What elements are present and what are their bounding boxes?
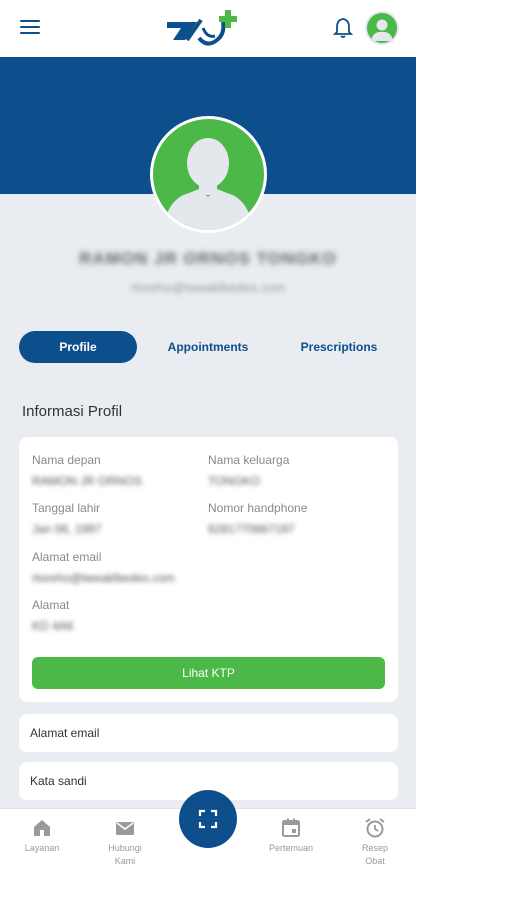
phone-label: Nomor handphone — [208, 501, 308, 515]
address-label: Alamat — [32, 598, 70, 612]
tab-profile[interactable]: Profile — [19, 331, 137, 363]
nav-label: Hubungi Kami — [108, 843, 142, 866]
phone-value: 6281770667197 — [208, 522, 295, 536]
nav-item-layanan[interactable]: Layanan — [7, 817, 77, 855]
nav-label: Layanan — [24, 843, 60, 853]
nav-label: Pertemuan — [268, 843, 314, 853]
profile-name: RAMON JR ORNOS TONGKO — [79, 249, 337, 268]
nav-label: Resep Obat — [361, 843, 388, 866]
first-name-label: Nama depan — [32, 453, 101, 467]
top-bar — [0, 0, 416, 57]
person-silhouette-icon — [163, 138, 253, 230]
scan-button[interactable] — [179, 790, 237, 848]
settings-row-email[interactable]: Alamat email — [19, 714, 398, 752]
calendar-icon — [282, 818, 300, 837]
alarm-clock-icon — [365, 818, 385, 838]
scan-icon — [198, 809, 218, 829]
birthdate-value: Jan 06, 1997 — [32, 522, 102, 536]
nav-item-resep-obat[interactable]: Resep Obat — [340, 817, 410, 868]
profile-info-card: Nama depan RAMON JR ORNOS Nama keluarga … — [19, 437, 398, 702]
section-title: Informasi Profil — [22, 403, 123, 420]
tab-appointments[interactable]: Appointments — [152, 331, 264, 363]
blank-margin — [416, 0, 506, 900]
app-screen: RAMON JR ORNOS TONGKO rtoreho@tweaklbede… — [0, 0, 416, 900]
brand-logo — [167, 10, 237, 46]
birthdate-label: Tanggal lahir — [32, 501, 101, 515]
home-icon — [34, 820, 50, 836]
menu-icon[interactable] — [18, 17, 42, 37]
user-avatar-icon[interactable] — [365, 11, 399, 45]
mail-icon — [116, 822, 134, 835]
nav-item-pertemuan[interactable]: Pertemuan — [256, 817, 326, 855]
tab-prescriptions[interactable]: Prescriptions — [283, 331, 395, 363]
profile-avatar — [150, 116, 267, 233]
first-name-value: RAMON JR ORNOS — [32, 474, 143, 488]
bell-icon[interactable] — [333, 17, 353, 39]
nav-item-hubungi-kami[interactable]: Hubungi Kami — [90, 817, 160, 868]
email-value: rtoreho@tweaklbedes.com — [32, 571, 175, 585]
profile-email: rtoreho@tweaklbedes.com — [130, 280, 286, 295]
view-ktp-button[interactable]: Lihat KTP — [32, 657, 385, 689]
last-name-label: Nama keluarga — [208, 453, 290, 467]
email-label: Alamat email — [32, 550, 102, 564]
address-value: KD 4A6 — [32, 619, 74, 633]
last-name-value: TONGKO — [208, 474, 260, 488]
